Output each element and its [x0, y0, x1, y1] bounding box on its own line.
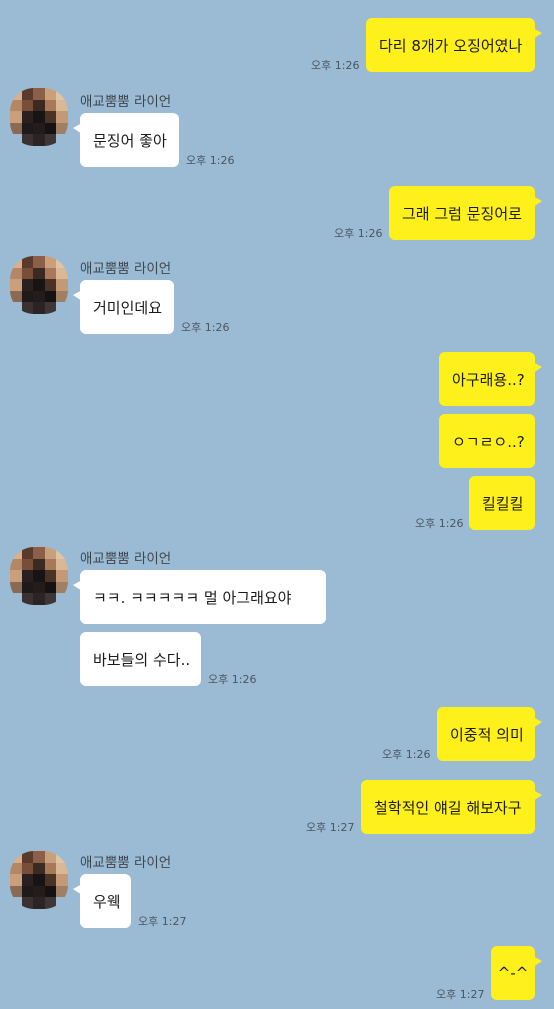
message-text: ^-^ — [497, 964, 529, 982]
my-message-bubble[interactable]: 그래 그럼 문징어로 — [389, 186, 542, 240]
chat-area[interactable]: 다리 8개가 오징어였나 오후 1:26 애교뿜뿜 라이언 문징어 좋아 오후 … — [0, 0, 554, 1009]
my-message-bubble[interactable]: 이중적 의미 — [437, 707, 542, 761]
message-text: 그래 그럼 문징어로 — [402, 204, 522, 223]
their-message-bubble[interactable]: 거미인데요 — [73, 280, 174, 334]
pixelated-profile-icon[interactable] — [10, 851, 68, 909]
my-message-bubble[interactable]: 아구래용..? — [439, 352, 542, 406]
message-text: 거미인데요 — [93, 298, 163, 317]
message-text: 철학적인 얘길 해보자구 — [374, 798, 522, 817]
message-text: 킬킬킬 — [482, 494, 524, 513]
my-message-bubble[interactable]: ^-^ — [491, 946, 542, 1000]
message-text: 바보들의 수다.. — [93, 650, 191, 669]
message-time: 오후 1:27 — [436, 988, 485, 1001]
message-time: 오후 1:26 — [311, 59, 360, 72]
message-text: ㅋㅋ. ㅋㅋㅋㅋㅋ 멀 아그래요야 — [93, 588, 292, 607]
their-message-bubble[interactable]: ㅋㅋ. ㅋㅋㅋㅋㅋ 멀 아그래요야 — [73, 570, 326, 624]
pixelated-profile-icon[interactable] — [10, 547, 68, 605]
message-time: 오후 1:26 — [415, 517, 464, 530]
message-time: 오후 1:26 — [334, 227, 383, 240]
my-message-bubble[interactable]: 킬킬킬 — [469, 476, 535, 530]
pixelated-profile-icon[interactable] — [10, 88, 68, 146]
their-message-bubble[interactable]: 우웩 — [73, 874, 131, 928]
message-time: 오후 1:27 — [306, 821, 355, 834]
their-message-bubble[interactable]: 바보들의 수다.. — [80, 632, 201, 686]
message-time: 오후 1:26 — [382, 748, 431, 761]
my-message-bubble[interactable]: 철학적인 얘길 해보자구 — [361, 780, 542, 834]
contact-name: 애교뿜뿜 라이언 — [80, 261, 172, 277]
their-message-bubble[interactable]: 문징어 좋아 — [73, 113, 179, 167]
message-time: 오후 1:26 — [181, 321, 230, 334]
my-message-bubble[interactable]: ㅇㄱㄹㅇ..? — [439, 414, 535, 468]
my-message-bubble[interactable]: 다리 8개가 오징어였나 — [366, 18, 542, 72]
contact-name: 애교뿜뿜 라이언 — [80, 855, 172, 871]
message-time: 오후 1:26 — [208, 673, 257, 686]
message-time: 오후 1:27 — [138, 915, 187, 928]
pixelated-profile-icon[interactable] — [10, 256, 68, 314]
message-text: 우웩 — [93, 892, 121, 911]
contact-name: 애교뿜뿜 라이언 — [80, 551, 172, 567]
message-text: 이중적 의미 — [450, 725, 524, 744]
message-text: ㅇㄱㄹㅇ..? — [452, 432, 525, 451]
message-text: 문징어 좋아 — [93, 131, 167, 150]
message-text: 아구래용..? — [452, 370, 525, 389]
message-time: 오후 1:26 — [186, 154, 235, 167]
contact-name: 애교뿜뿜 라이언 — [80, 94, 172, 110]
message-text: 다리 8개가 오징어였나 — [379, 36, 523, 55]
